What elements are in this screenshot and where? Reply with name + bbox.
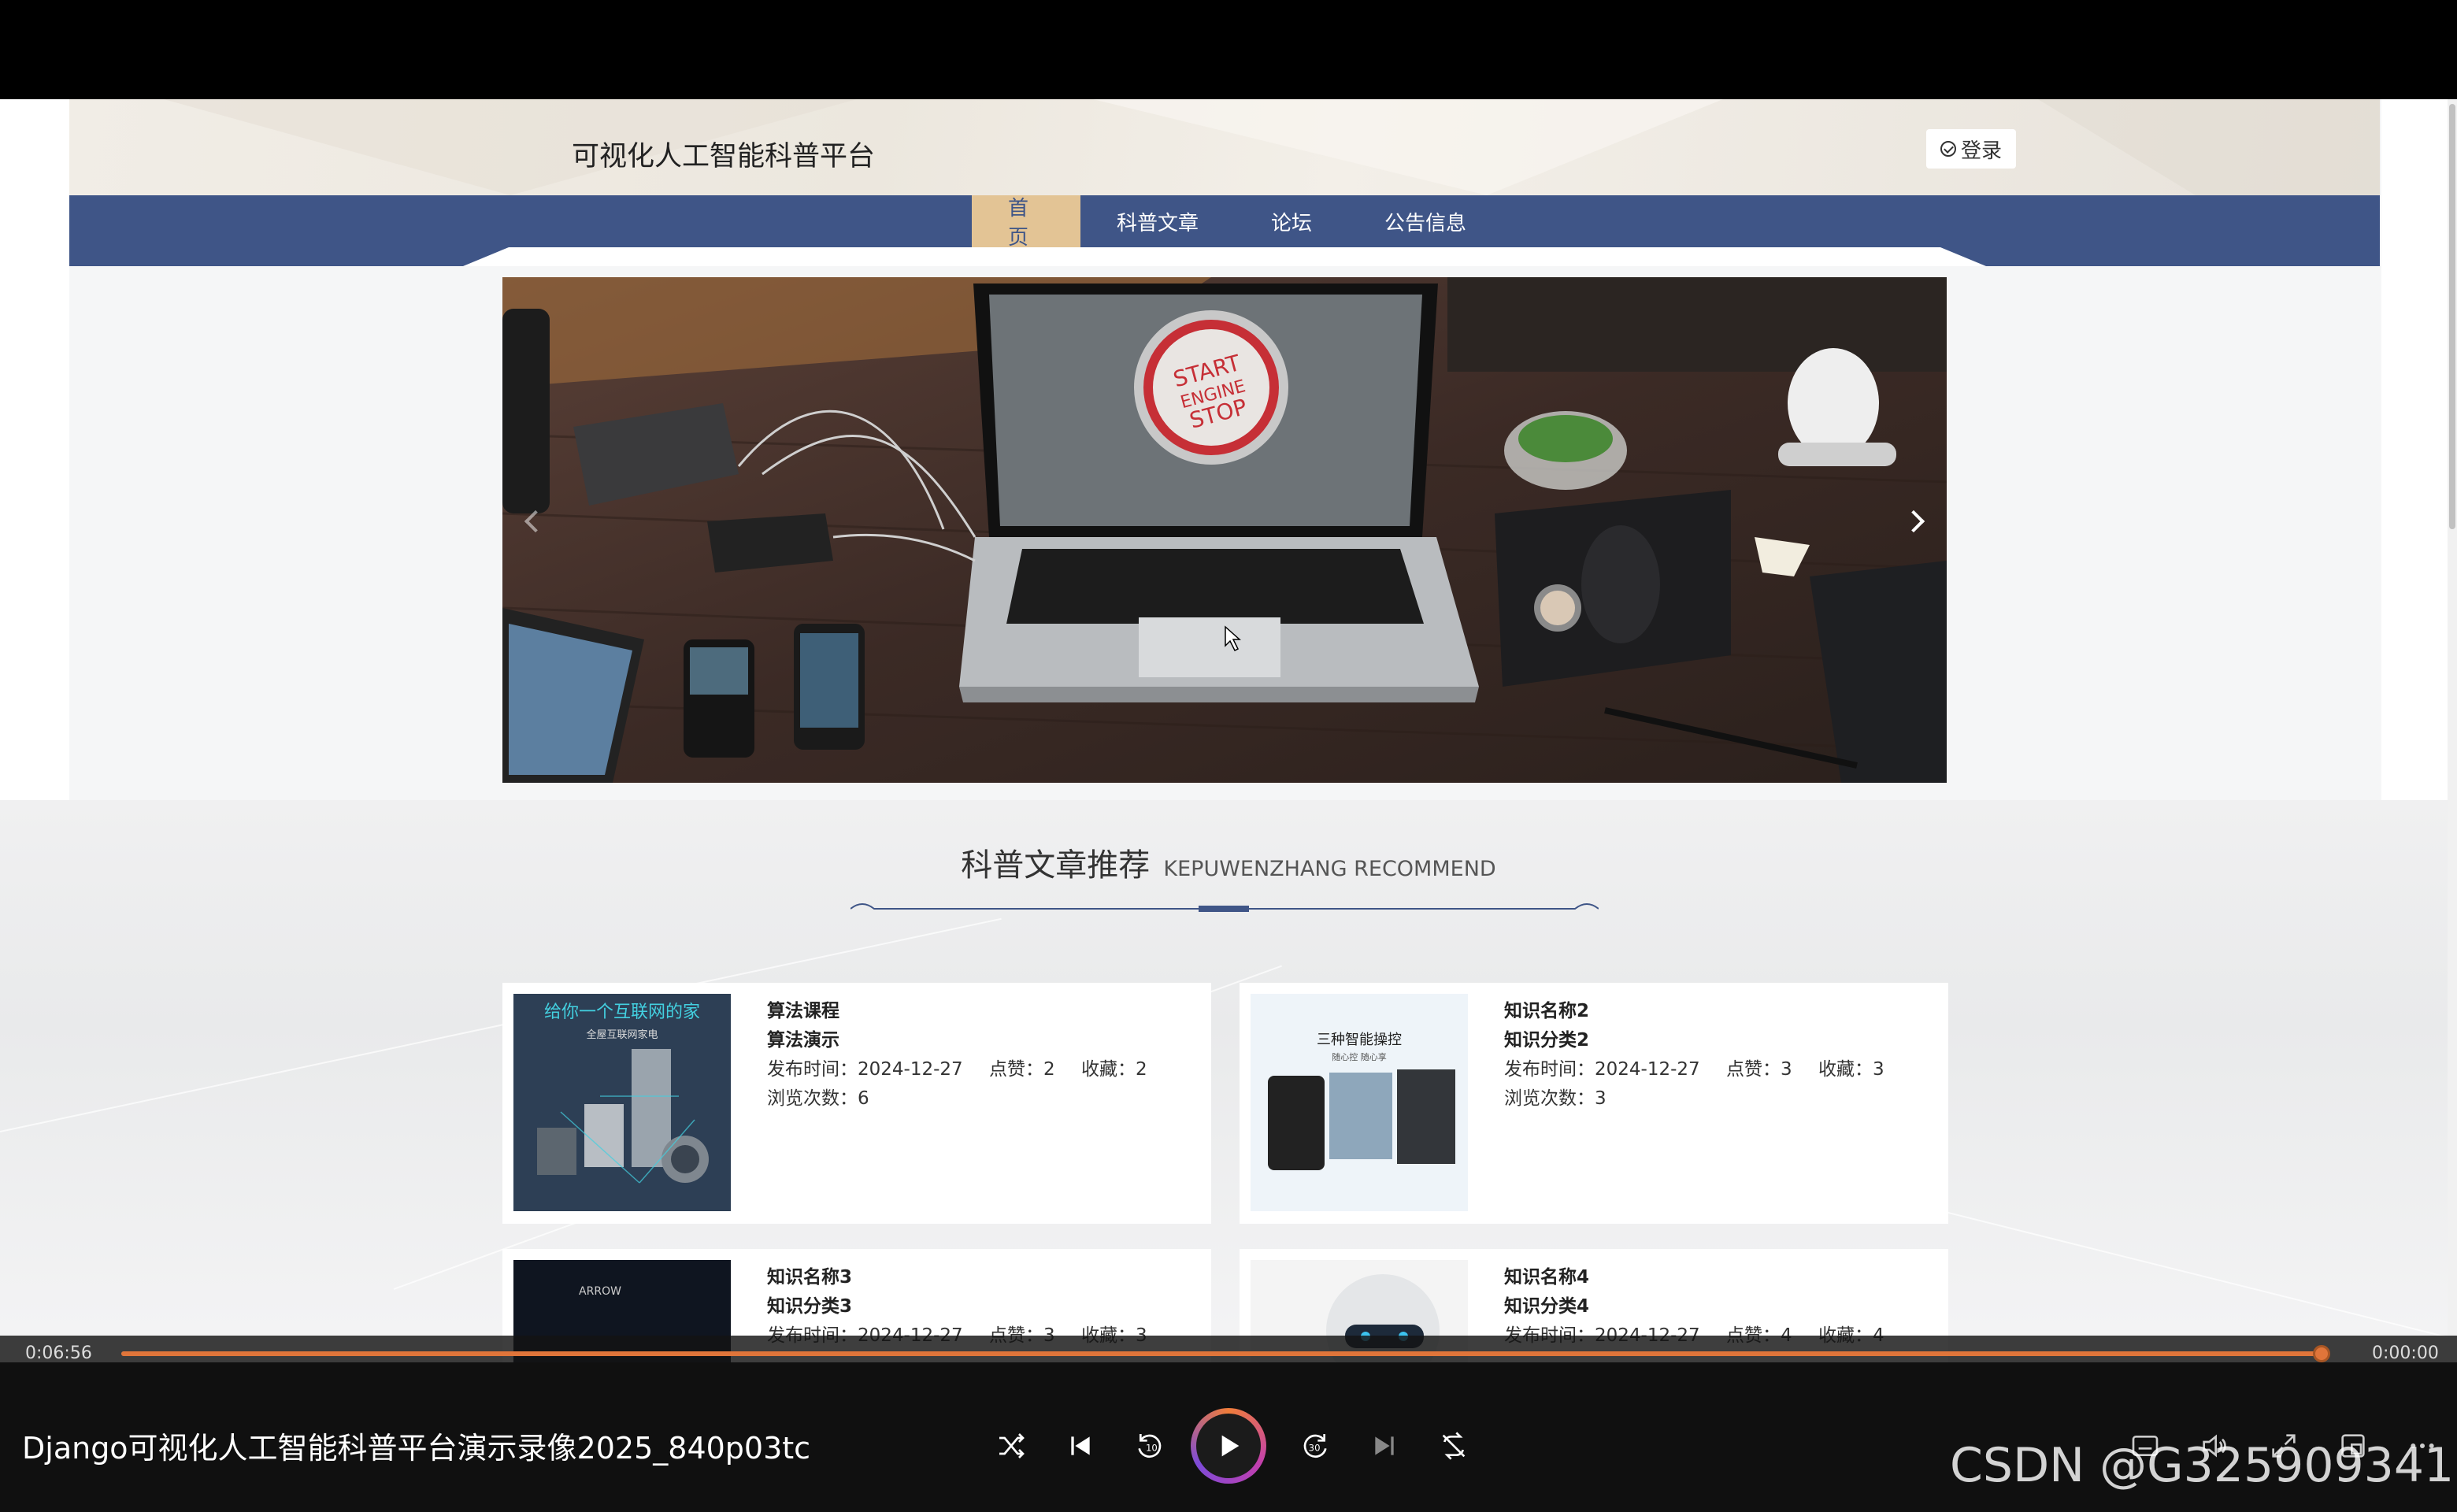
section-title-en: KEPUWENZHANG RECOMMEND — [1163, 857, 1496, 881]
article-title: 知识名称4 — [1504, 1267, 1590, 1288]
check-circle-icon — [1940, 141, 1956, 157]
article-category: 知识分类3 — [767, 1296, 853, 1317]
play-button[interactable] — [1191, 1408, 1266, 1484]
header-decoration — [164, 99, 2380, 195]
thumb-heading-text: 给你一个互联网的家 — [544, 1002, 700, 1022]
article-publish-time: 发布时间：2024-12-27 — [1504, 1059, 1700, 1080]
repeat-off-icon[interactable] — [1436, 1429, 1471, 1463]
article-title: 知识名称3 — [767, 1267, 853, 1288]
thumb-heading-text: ARROW — [579, 1285, 621, 1298]
thumb-sub-text: 随心控 随心享 — [1332, 1051, 1387, 1062]
section-heading: 科普文章推荐 KEPUWENZHANG RECOMMEND — [0, 839, 2457, 885]
csdn-watermark: CSDN @G3259093417 — [1950, 1438, 2457, 1493]
article-card[interactable]: 三种智能操控 随心控 随心享 知识名称2 知识分类2 发布时间：2024-12-… — [1240, 983, 1948, 1224]
article-thumbnail[interactable]: 给你一个互联网的家 全屋互联网家电 — [513, 994, 731, 1211]
svg-text:30: 30 — [1309, 1443, 1321, 1454]
progress-area — [0, 1336, 2457, 1362]
next-track-icon[interactable] — [1367, 1429, 1402, 1463]
article-thumbnail[interactable]: 三种智能操控 随心控 随心享 — [1251, 994, 1468, 1211]
article-meta: 发布时间：2024-12-27 点赞：2 收藏：2 — [767, 1055, 1168, 1084]
article-category: 知识分类4 — [1504, 1296, 1590, 1317]
page-scrollbar-thumb[interactable] — [2449, 104, 2455, 529]
article-meta: 发布时间：2024-12-27 点赞：3 收藏：3 — [1504, 1055, 1905, 1084]
nav-item-home[interactable]: 首页 — [972, 195, 1080, 250]
site-header: 可视化人工智能科普平台 登录 — [69, 99, 2380, 195]
login-button[interactable]: 登录 — [1926, 129, 2016, 169]
rewind-10-icon[interactable]: 10 — [1132, 1429, 1167, 1463]
time-total: 0:00:00 — [2372, 1343, 2439, 1363]
article-likes: 点赞：3 — [1725, 1059, 1792, 1080]
section-title-cn: 科普文章推荐 — [961, 847, 1151, 884]
article-category: 知识分类2 — [1504, 1030, 1590, 1051]
article-favorites: 收藏：2 — [1080, 1059, 1147, 1080]
play-icon — [1196, 1414, 1261, 1478]
article-card-text: 算法课程 算法演示 发布时间：2024-12-27 点赞：2 收藏：2 浏览次数… — [767, 997, 1168, 1114]
section-title-divider — [850, 903, 1599, 912]
thumb-sub-text: 全屋互联网家电 — [586, 1028, 658, 1041]
page-scrollbar[interactable] — [2448, 99, 2457, 1362]
article-title: 知识名称2 — [1504, 1001, 1590, 1021]
time-elapsed: 0:06:56 — [25, 1343, 92, 1363]
forward-30-icon[interactable]: 30 — [1298, 1429, 1332, 1463]
top-black-bar — [0, 0, 2457, 99]
article-publish-time: 发布时间：2024-12-27 — [767, 1059, 963, 1080]
article-card-text: 知识名称2 知识分类2 发布时间：2024-12-27 点赞：3 收藏：3 浏览… — [1504, 997, 1905, 1114]
article-category: 算法演示 — [767, 1030, 839, 1051]
svg-text:10: 10 — [1146, 1443, 1158, 1454]
seek-bar[interactable] — [121, 1345, 2331, 1362]
previous-track-icon[interactable] — [1063, 1429, 1098, 1463]
video-title: Django可视化人工智能科普平台演示录像2025_840p03tc — [22, 1431, 811, 1466]
seek-bar-fill — [121, 1351, 2322, 1356]
article-favorites: 收藏：3 — [1818, 1059, 1884, 1080]
shuffle-icon[interactable] — [994, 1429, 1028, 1463]
article-views: 浏览次数：3 — [1504, 1088, 1606, 1109]
main-nav: 首页 科普文章 论坛 公告信息 — [69, 195, 2380, 266]
carousel-slide-image: START ENGINE STOP — [502, 277, 1947, 783]
site-title: 可视化人工智能科普平台 — [572, 141, 876, 172]
nav-item-articles[interactable]: 科普文章 — [1080, 195, 1235, 247]
login-label: 登录 — [1960, 139, 2002, 163]
nav-item-forum[interactable]: 论坛 — [1235, 195, 1348, 247]
hero-carousel[interactable]: START ENGINE STOP — [502, 277, 1947, 783]
article-card[interactable]: 给你一个互联网的家 全屋互联网家电 算法课程 算法演示 发布时间：2024-12… — [502, 983, 1211, 1224]
nav-item-notices[interactable]: 公告信息 — [1348, 195, 1503, 247]
article-views: 浏览次数：6 — [767, 1088, 869, 1109]
webpage-viewport: 可视化人工智能科普平台 登录 首页 科普文章 论坛 公告信息 START ENG… — [0, 99, 2457, 1362]
article-title: 算法课程 — [767, 1001, 839, 1021]
article-likes: 点赞：2 — [988, 1059, 1055, 1080]
thumb-heading-text: 三种智能操控 — [1317, 1032, 1402, 1048]
nav-items: 首页 科普文章 论坛 公告信息 — [972, 195, 1503, 250]
nav-bottom-cut — [463, 247, 1986, 266]
